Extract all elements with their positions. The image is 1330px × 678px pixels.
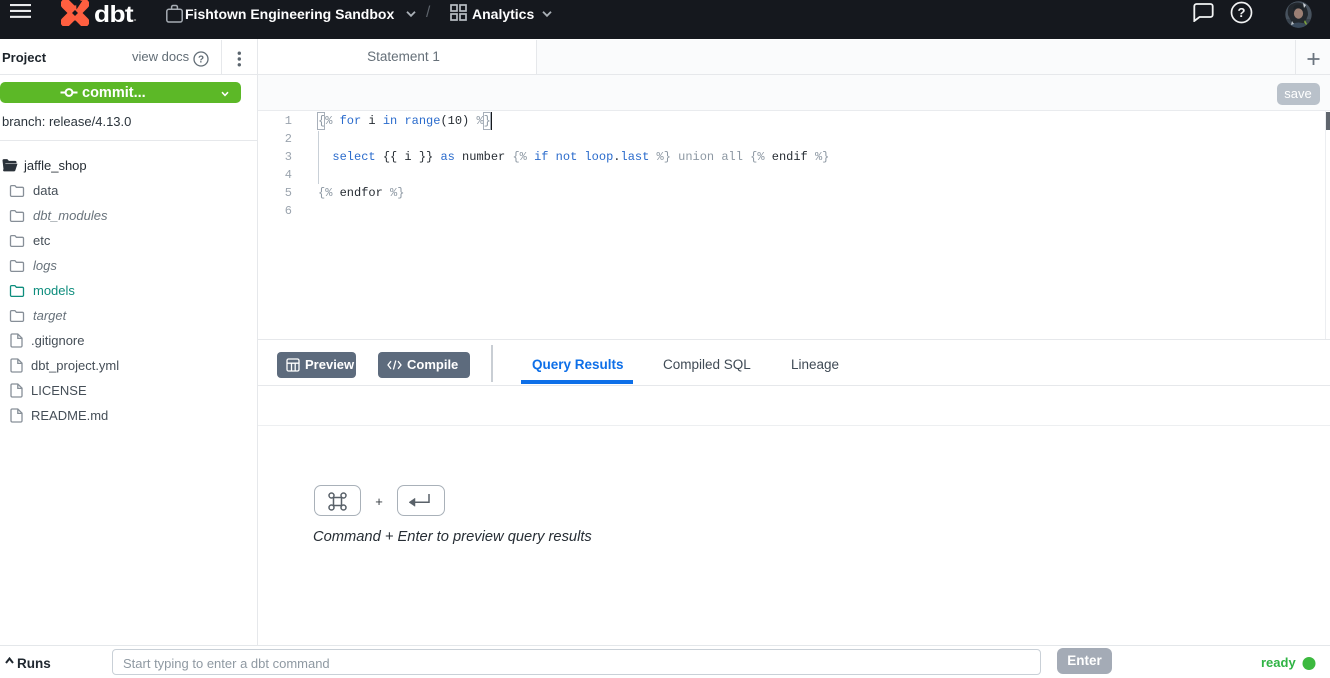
svg-text:?: ? (198, 54, 204, 65)
svg-text:?: ? (1238, 5, 1246, 20)
